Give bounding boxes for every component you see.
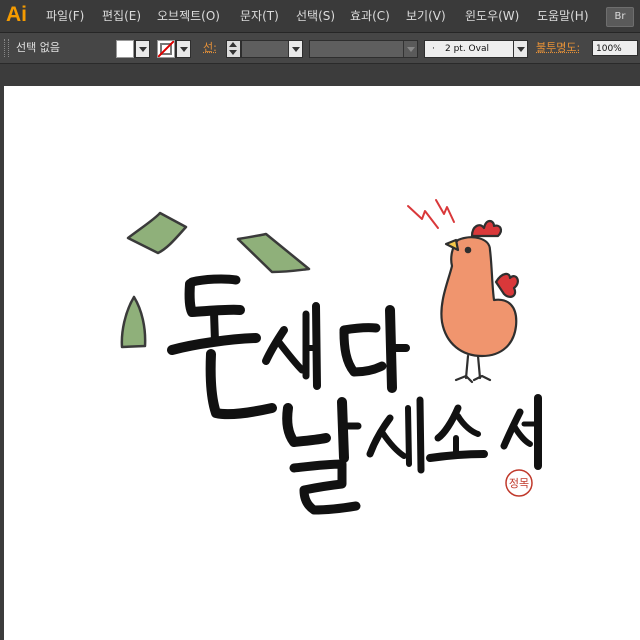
rooster-body bbox=[440, 236, 518, 358]
opacity-label[interactable]: 불투명도: bbox=[536, 33, 580, 63]
menu-view[interactable]: 보기(V) bbox=[406, 0, 446, 32]
fill-swatch[interactable] bbox=[116, 40, 134, 58]
artwork-canvas: 정목 bbox=[120, 199, 542, 515]
selection-status: 선택 없음 bbox=[16, 41, 60, 54]
stroke-weight-stepper[interactable] bbox=[226, 40, 241, 58]
leaf-icon bbox=[126, 211, 188, 255]
rooster-comb-icon bbox=[470, 219, 503, 238]
menu-help[interactable]: 도움말(H) bbox=[537, 0, 589, 32]
sound-effect-icon bbox=[435, 199, 455, 223]
menu-effect[interactable]: 효과(C) bbox=[350, 0, 390, 32]
rooster-tail-icon bbox=[494, 272, 519, 298]
panel-grip-handle[interactable] bbox=[4, 39, 9, 57]
control-bar: 선택 없음 선: · 2 pt. Oval 불투명도: 100% bbox=[0, 33, 640, 64]
artboard[interactable]: 정목 bbox=[4, 86, 640, 640]
document-tab-strip bbox=[0, 64, 640, 86]
brush-value: 2 pt. Oval bbox=[445, 44, 489, 54]
seal-text: 정목 bbox=[509, 477, 529, 490]
chevron-down-icon bbox=[513, 41, 527, 57]
chevron-down-icon bbox=[403, 41, 417, 57]
variable-width-profile-dropdown[interactable] bbox=[309, 40, 418, 58]
menu-bar: Ai 파일(F) 편집(E) 오브젝트(O) 문자(T) 선택(S) 효과(C)… bbox=[0, 0, 640, 33]
stroke-weight-field[interactable] bbox=[241, 40, 303, 58]
chevron-down-icon bbox=[176, 41, 190, 57]
rooster-illustration bbox=[407, 199, 519, 384]
chevron-down-icon bbox=[135, 41, 149, 57]
bridge-button[interactable]: Br bbox=[606, 7, 634, 27]
stroke-swatch[interactable] bbox=[157, 40, 175, 58]
brush-dot-icon: · bbox=[432, 44, 435, 54]
illustrator-logo: Ai bbox=[6, 3, 27, 26]
no-stroke-icon bbox=[158, 41, 174, 57]
opacity-field[interactable]: 100% bbox=[592, 40, 638, 56]
leaf-icon bbox=[120, 295, 147, 349]
menu-type[interactable]: 문자(T) bbox=[240, 0, 279, 32]
sound-effect-icon bbox=[407, 205, 439, 229]
opacity-value: 100% bbox=[596, 44, 622, 54]
menu-window[interactable]: 윈도우(W) bbox=[465, 0, 519, 32]
stroke-dropdown[interactable] bbox=[175, 40, 191, 58]
stroke-label[interactable]: 선: bbox=[203, 33, 217, 63]
brush-definition-dropdown[interactable]: · 2 pt. Oval bbox=[424, 40, 528, 58]
chevron-down-icon bbox=[288, 41, 302, 57]
menu-object[interactable]: 오브젝트(O) bbox=[157, 0, 220, 32]
menu-select[interactable]: 선택(S) bbox=[296, 0, 335, 32]
fill-dropdown[interactable] bbox=[134, 40, 150, 58]
seal-stamp: 정목 bbox=[505, 469, 533, 497]
leaf-icon bbox=[236, 232, 311, 274]
menu-file[interactable]: 파일(F) bbox=[46, 0, 84, 32]
menu-edit[interactable]: 편집(E) bbox=[102, 0, 141, 32]
